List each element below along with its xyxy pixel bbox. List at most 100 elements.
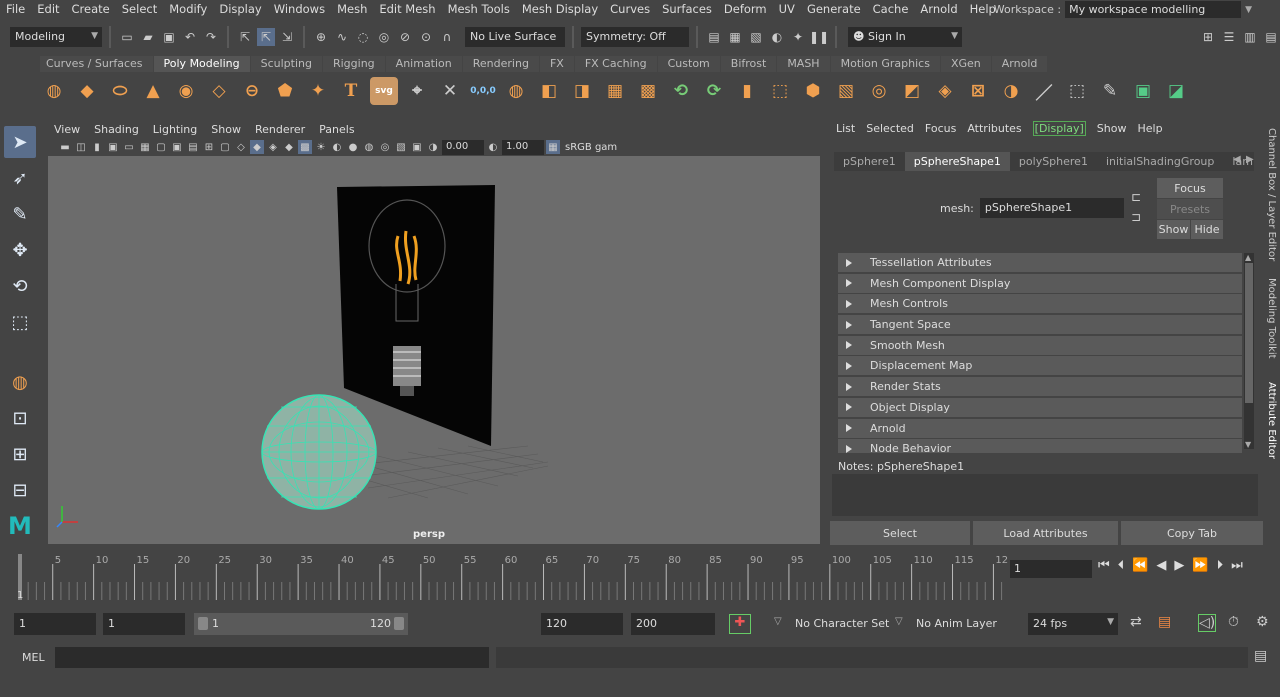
color-space-dropdown[interactable]: sRGB gam <box>562 142 617 153</box>
merge-icon[interactable]: ⊠ <box>964 77 992 105</box>
mel-label[interactable]: MEL <box>22 651 45 664</box>
xray-icon[interactable]: ▩ <box>298 140 312 154</box>
wireframe-icon[interactable]: ◇ <box>234 140 248 154</box>
tab-fx[interactable]: FX <box>539 56 574 72</box>
svg-icon[interactable]: svg <box>370 77 398 105</box>
scroll-down-icon[interactable]: ▼ <box>1245 440 1251 449</box>
new-scene-icon[interactable]: ▭ <box>118 28 136 46</box>
ae-menu-attributes[interactable]: Attributes <box>967 122 1021 135</box>
pause-icon[interactable]: ❚❚ <box>809 28 829 46</box>
safe-action-icon[interactable]: ▢ <box>218 140 232 154</box>
ao-icon[interactable]: ● <box>346 140 360 154</box>
section-tessellation[interactable]: Tessellation Attributes <box>838 253 1242 272</box>
menu-cache[interactable]: Cache <box>867 2 915 16</box>
symmetry-dropdown[interactable]: Symmetry: Off <box>581 27 689 47</box>
lasso-tool-icon[interactable]: ➶ <box>4 162 36 194</box>
mirror-icon[interactable]: ⟲ <box>667 77 695 105</box>
select-component-icon[interactable]: ⇲ <box>278 28 296 46</box>
tab-animation[interactable]: Animation <box>385 56 462 72</box>
snap-curve-icon[interactable]: ∿ <box>333 28 351 46</box>
ipr-render-icon[interactable]: ▧ <box>747 28 765 46</box>
single-view-icon[interactable]: ⊡ <box>4 402 36 434</box>
sculpt-icon[interactable]: 0,0,0 <box>469 77 497 105</box>
tab-channel-box[interactable]: Channel Box / Layer Editor <box>1266 128 1277 261</box>
play-backward-icon[interactable]: ◀ <box>1156 558 1166 573</box>
magnet-icon[interactable]: ∩ <box>438 28 456 46</box>
textured-icon[interactable]: ◆ <box>282 140 296 154</box>
tab-psphereshape1[interactable]: pSphereShape1 <box>904 152 1010 171</box>
image-plane-icon[interactable]: ▣ <box>106 140 120 154</box>
ae-menu-focus[interactable]: Focus <box>925 122 956 135</box>
menu-uv[interactable]: UV <box>773 2 801 16</box>
copy-tab-button[interactable]: Copy Tab <box>1121 521 1263 545</box>
sign-in-dropdown[interactable]: ☻ Sign In ▼ <box>848 27 962 47</box>
load-attributes-button[interactable]: Load Attributes <box>973 521 1118 545</box>
go-to-end-icon[interactable]: ⏭ <box>1231 558 1243 573</box>
step-back-frame-icon[interactable]: ⏪ <box>1132 558 1148 573</box>
animation-start-field[interactable]: 1 <box>14 613 96 635</box>
tab-initialshadinggroup[interactable]: initialShadingGroup <box>1097 152 1223 171</box>
tab-lambert[interactable]: lam <box>1223 152 1262 171</box>
tab-attribute-editor[interactable]: Attribute Editor <box>1266 382 1277 459</box>
fps-dropdown[interactable]: 24 fps ▼ <box>1028 613 1118 635</box>
gate-mask-icon[interactable]: ▤ <box>186 140 200 154</box>
tab-rendering[interactable]: Rendering <box>462 56 539 72</box>
section-object-display[interactable]: Object Display <box>838 397 1242 417</box>
xray-joints-icon[interactable]: ▣ <box>410 140 424 154</box>
shaded-wire-icon[interactable]: ◈ <box>266 140 280 154</box>
tab-polysphere1[interactable]: polySphere1 <box>1010 152 1097 171</box>
shadows-icon[interactable]: ◐ <box>330 140 344 154</box>
viewport-menu-panels[interactable]: Panels <box>319 123 354 136</box>
redo-icon[interactable]: ↷ <box>202 28 220 46</box>
animation-end-field[interactable]: 200 <box>631 613 715 635</box>
viewport-menu-show[interactable]: Show <box>211 123 241 136</box>
camera-icon[interactable]: ▬ <box>58 140 72 154</box>
select-hierarchy-icon[interactable]: ⇱ <box>236 28 254 46</box>
channel-box-icon[interactable]: ▤ <box>1262 28 1280 46</box>
uv-editor-icon[interactable]: ▣ <box>1129 77 1157 105</box>
workspace-dropdown[interactable]: My workspace modelling <box>1065 1 1242 18</box>
menu-select[interactable]: Select <box>116 2 163 16</box>
range-handle-end[interactable] <box>394 617 404 630</box>
resolution-gate-icon[interactable]: ▣ <box>170 140 184 154</box>
snap-surface-icon[interactable]: ⊘ <box>396 28 414 46</box>
menu-edit-mesh[interactable]: Edit Mesh <box>373 2 441 16</box>
cache-icon[interactable]: ▤ <box>1158 614 1171 630</box>
undo-icon[interactable]: ↶ <box>181 28 199 46</box>
poly-text-icon[interactable]: T <box>337 77 365 105</box>
hypershade-icon[interactable]: ✦ <box>789 28 807 46</box>
menu-modify[interactable]: Modify <box>163 2 213 16</box>
animation-prefs-icon[interactable]: ⚙ <box>1256 614 1269 630</box>
menu-mesh-display[interactable]: Mesh Display <box>516 2 604 16</box>
tab-mash[interactable]: MASH <box>777 56 830 72</box>
live-surface-field[interactable]: No Live Surface <box>465 27 565 47</box>
loop-icon[interactable]: ⇄ <box>1130 614 1142 630</box>
viewport-persp[interactable]: persp <box>48 156 820 544</box>
save-scene-icon[interactable]: ▣ <box>160 28 178 46</box>
snap-grid-icon[interactable]: ⊕ <box>312 28 330 46</box>
extract-icon[interactable]: ◨ <box>568 77 596 105</box>
focus-button[interactable]: Focus <box>1157 178 1223 198</box>
tab-sculpting[interactable]: Sculpting <box>250 56 322 72</box>
playback-end-field[interactable]: 120 <box>541 613 623 635</box>
tab-scroll-right-icon[interactable]: ▶ <box>1246 154 1254 165</box>
color-management-icon[interactable]: ▦ <box>546 140 560 154</box>
render-settings-icon[interactable]: ◐ <box>768 28 786 46</box>
tab-xgen[interactable]: XGen <box>940 56 991 72</box>
open-scene-icon[interactable]: ▰ <box>139 28 157 46</box>
insert-edge-loop-icon[interactable]: ⬚ <box>1063 77 1091 105</box>
snap-view-icon[interactable]: ◎ <box>375 28 393 46</box>
scroll-up-icon[interactable]: ▲ <box>1245 253 1251 262</box>
super-shape-icon[interactable]: ✦ <box>304 77 332 105</box>
gamma-field[interactable]: 1.00 <box>502 139 544 155</box>
isolate-icon[interactable]: ▧ <box>394 140 408 154</box>
bevel-icon[interactable]: ⬢ <box>799 77 827 105</box>
select-object-icon[interactable]: ⇱ <box>257 28 275 46</box>
chevron-down-icon[interactable]: ▼ <box>1245 5 1252 15</box>
layout-icon[interactable]: ⊟ <box>4 474 36 506</box>
step-back-key-icon[interactable]: ⏴ <box>1118 558 1125 573</box>
boolean-icon[interactable]: ▩ <box>634 77 662 105</box>
auto-key-icon[interactable]: ✚ <box>729 614 751 634</box>
reduce-icon[interactable]: ⟳ <box>700 77 728 105</box>
gate-icon[interactable]: ▭ <box>122 140 136 154</box>
